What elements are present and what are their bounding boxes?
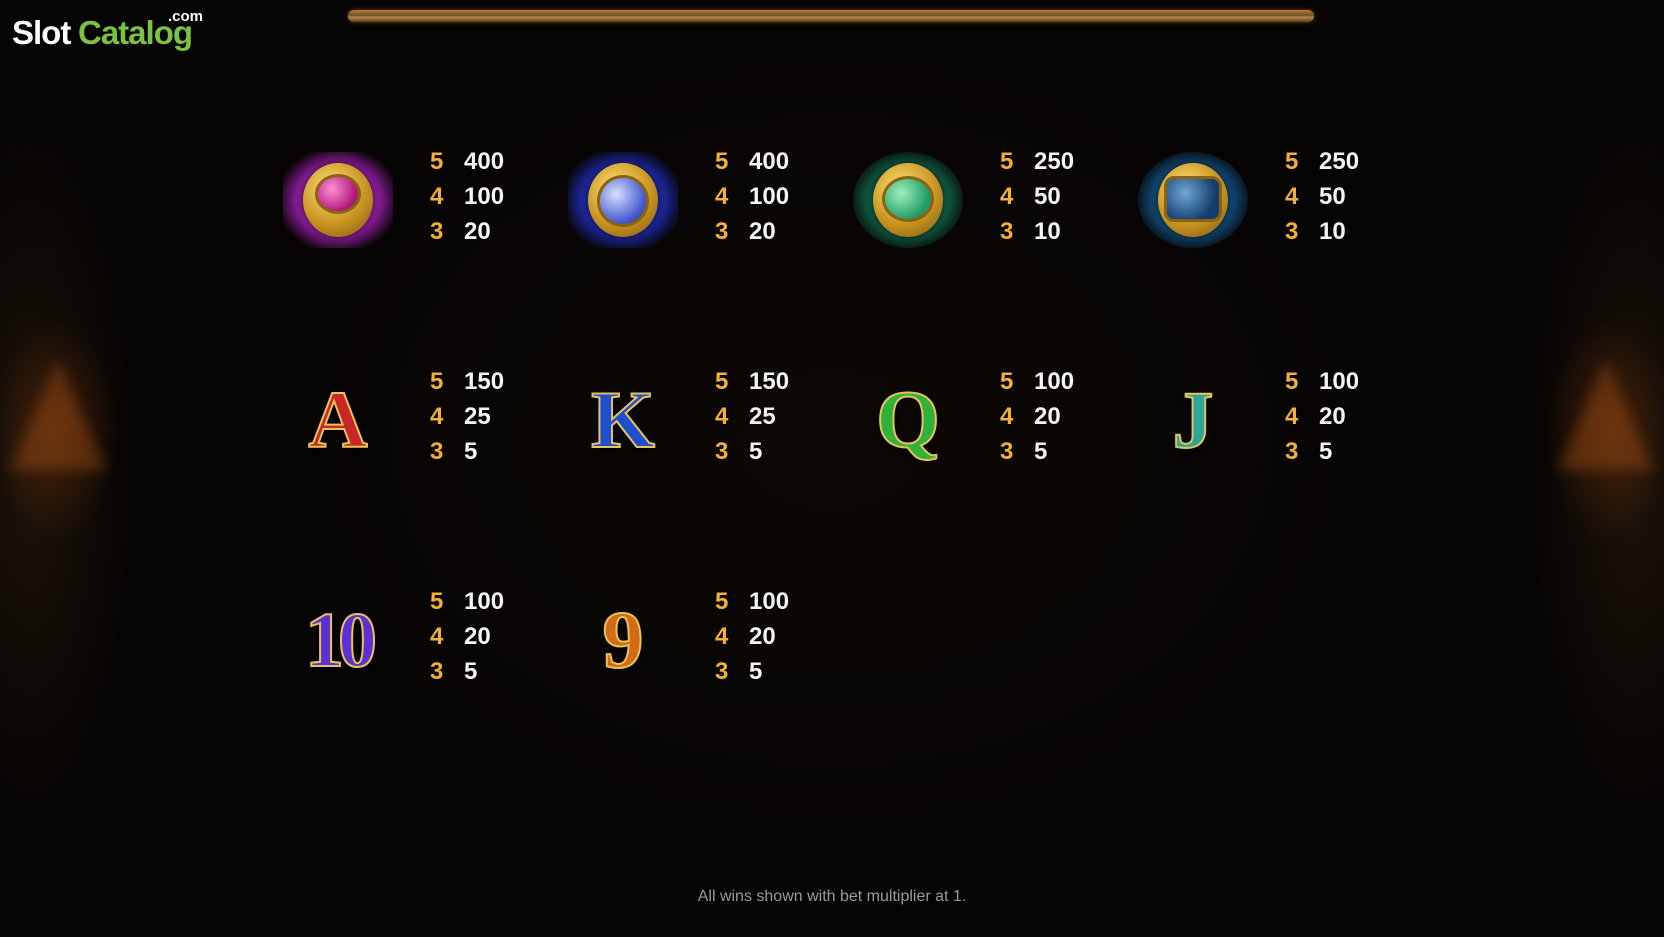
torch-glow-left bbox=[10, 360, 106, 470]
ring-blue-pearl-icon bbox=[563, 140, 683, 260]
pay-row: 5 400 bbox=[430, 147, 505, 175]
number-9-icon: 9 bbox=[602, 594, 645, 685]
logo-text-slot: Slot bbox=[12, 14, 71, 51]
pay-row: 4 100 bbox=[715, 182, 790, 210]
letter-a-icon: A bbox=[307, 374, 368, 465]
pay-list: 5 250 4 50 3 10 bbox=[1000, 144, 1074, 249]
pay-row: 5 250 bbox=[1000, 147, 1075, 175]
pay-list: 5 150 4 25 35 bbox=[430, 364, 504, 469]
pay-row: 5 400 bbox=[715, 147, 790, 175]
pay-row: 35 bbox=[715, 437, 763, 465]
pay-row: 35 bbox=[430, 657, 478, 685]
ring-blue-gem-icon bbox=[1133, 140, 1253, 260]
pay-row: 5 100 bbox=[430, 587, 505, 615]
pay-row: 35 bbox=[430, 437, 478, 465]
pay-row: 4 20 bbox=[1285, 402, 1346, 430]
logo-text-com: .com bbox=[168, 8, 204, 25]
paytable-cell-ring-blue-pearl: 5 400 4 100 3 20 bbox=[563, 140, 843, 260]
pay-row: 5 150 bbox=[430, 367, 505, 395]
pay-row: 5 100 bbox=[715, 587, 790, 615]
bet-multiplier-note: All wins shown with bet multiplier at 1. bbox=[697, 888, 967, 905]
pay-row: 4 20 bbox=[1000, 402, 1061, 430]
paytable-cell-ring-pink: 5 400 4 100 3 20 bbox=[278, 140, 558, 260]
pay-row: 4 25 bbox=[430, 402, 491, 430]
pay-row: 5 100 bbox=[1000, 367, 1075, 395]
pay-row: 3 10 bbox=[1285, 217, 1346, 245]
pay-list: 5 400 4 100 3 20 bbox=[430, 144, 504, 249]
pay-row: 4 50 bbox=[1000, 182, 1061, 210]
paytable-cell-ring-blue-gem: 5 250 4 50 3 10 bbox=[1133, 140, 1413, 260]
pay-row: 35 bbox=[715, 657, 763, 685]
pay-list: 5 100 4 20 35 bbox=[1000, 364, 1074, 469]
pay-row: 35 bbox=[1000, 437, 1048, 465]
pay-list: 5 250 4 50 3 10 bbox=[1285, 144, 1359, 249]
pay-row: 5 250 bbox=[1285, 147, 1360, 175]
ring-pink-gem-icon bbox=[278, 140, 398, 260]
paytable-cell-j: J 5 100 4 20 35 bbox=[1133, 360, 1413, 480]
pay-row: 4 100 bbox=[430, 182, 505, 210]
pay-row: 4 25 bbox=[715, 402, 776, 430]
pay-row: 4 20 bbox=[715, 622, 776, 650]
paytable-cell-9: 9 5 100 4 20 35 bbox=[563, 580, 843, 700]
paytable-cell-10: 10 5 100 4 20 35 bbox=[278, 580, 558, 700]
number-10-icon: 10 bbox=[304, 596, 378, 683]
paytable-cell-k: K 5 150 4 25 35 bbox=[563, 360, 843, 480]
pay-list: 5 100 4 20 35 bbox=[1285, 364, 1359, 469]
pay-row: 3 20 bbox=[715, 217, 776, 245]
pay-list: 5 100 4 20 35 bbox=[715, 584, 789, 689]
pay-row: 3 20 bbox=[430, 217, 491, 245]
paytable-cell-ring-green: 5 250 4 50 3 10 bbox=[848, 140, 1128, 260]
paytable-cell-q: Q 5 100 4 20 35 bbox=[848, 360, 1128, 480]
letter-k-icon: K bbox=[590, 374, 656, 465]
pay-row: 5 150 bbox=[715, 367, 790, 395]
pay-row: 3 10 bbox=[1000, 217, 1061, 245]
pay-list: 5 100 4 20 35 bbox=[430, 584, 504, 689]
letter-q-icon: Q bbox=[875, 374, 941, 465]
pay-row: 5 100 bbox=[1285, 367, 1360, 395]
top-decorative-bar bbox=[348, 10, 1314, 22]
pay-list: 5 150 4 25 35 bbox=[715, 364, 789, 469]
pay-list: 5 400 4 100 3 20 bbox=[715, 144, 789, 249]
pay-row: 4 20 bbox=[430, 622, 491, 650]
pay-row: 35 bbox=[1285, 437, 1333, 465]
paytable-cell-a: A 5 150 4 25 35 bbox=[278, 360, 558, 480]
torch-glow-right bbox=[1558, 360, 1654, 470]
letter-j-icon: J bbox=[1172, 374, 1215, 465]
pay-row: 4 50 bbox=[1285, 182, 1346, 210]
ring-green-gem-icon bbox=[848, 140, 968, 260]
